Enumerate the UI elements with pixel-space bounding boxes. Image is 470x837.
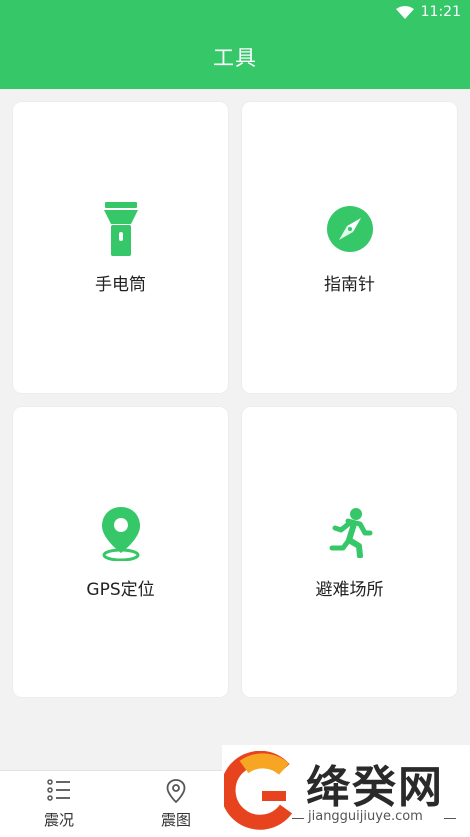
watermark-url: jiangguijiuye.com — [308, 809, 423, 824]
tool-label-compass: 指南针 — [324, 275, 375, 295]
watermark-text: 绛癸网 — [306, 762, 444, 813]
page-title: 工具 — [213, 46, 257, 70]
watermark-divider — [444, 818, 456, 819]
tool-card-gps[interactable]: GPS定位 — [13, 407, 228, 697]
map-pin-icon — [166, 779, 186, 803]
flashlight-icon — [103, 202, 138, 256]
watermark: 绛癸网 jiangguijiuye.com — [222, 745, 470, 836]
tool-label-gps: GPS定位 — [86, 580, 155, 600]
watermark-divider — [292, 818, 304, 819]
tool-label-shelter: 避难场所 — [315, 580, 384, 600]
tab-quake-status[interactable]: 震况 — [0, 771, 118, 837]
watermark-logo-icon — [224, 751, 293, 830]
tool-card-flashlight[interactable]: 手电筒 — [13, 102, 228, 393]
tab-label: 震况 — [43, 811, 74, 829]
tool-card-shelter[interactable]: 避难场所 — [242, 407, 457, 697]
tool-label-flashlight: 手电筒 — [95, 275, 146, 295]
compass-icon — [326, 206, 373, 252]
location-pin-icon — [101, 507, 140, 561]
tab-quake-map[interactable]: 震图 — [117, 771, 235, 837]
tab-label: 震图 — [160, 811, 191, 829]
list-icon — [47, 779, 70, 801]
running-person-icon — [329, 508, 372, 558]
app-header: 11:21 工具 — [0, 0, 470, 89]
wifi-icon — [396, 6, 414, 19]
tool-card-compass[interactable]: 指南针 — [242, 102, 457, 393]
status-time: 11:21 — [420, 4, 461, 20]
